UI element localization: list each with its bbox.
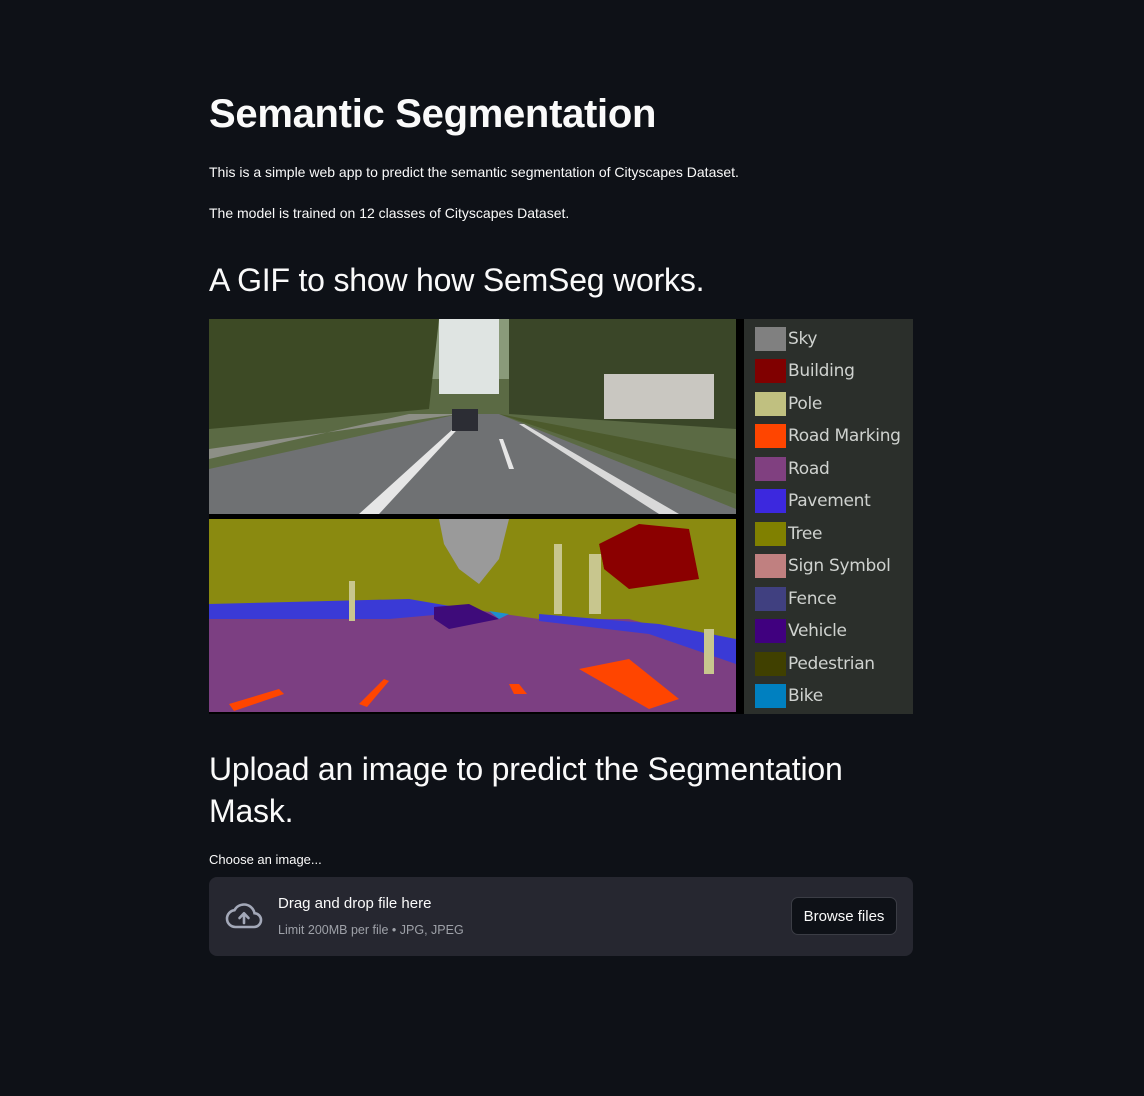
uploader-label: Choose an image... [209,852,322,867]
dropzone-instructions: Drag and drop file here [278,895,432,912]
legend-label: Sky [788,329,818,349]
cloud-upload-icon [225,903,263,929]
upload-section-heading: Upload an image to predict the Segmentat… [209,751,843,829]
intro-text: This is a simple web app to predict the … [209,164,739,180]
legend-label: Vehicle [788,621,847,641]
legend-swatch [755,522,786,546]
gif-section-heading: A GIF to show how SemSeg works. [209,262,705,298]
file-dropzone[interactable]: Drag and drop file here Limit 200MB per … [209,877,913,956]
legend-label: Road [788,459,830,479]
legend-item-vehicle: Vehicle [755,617,847,645]
dropzone-limit-text: Limit 200MB per file • JPG, JPEG [278,923,464,937]
legend-label: Sign Symbol [788,556,891,576]
class-legend: Sky Building Pole Road Marking Road Pave… [744,319,913,714]
browse-files-button[interactable]: Browse files [791,897,897,935]
legend-label: Road Marking [788,426,901,446]
street-photo [209,319,744,519]
legend-label: Tree [788,524,823,544]
legend-label: Pedestrian [788,654,875,674]
legend-item-building: Building [755,357,855,385]
legend-item-pedestrian: Pedestrian [755,650,875,678]
legend-label: Fence [788,589,837,609]
legend-item-tree: Tree [755,520,823,548]
legend-swatch [755,327,786,351]
legend-swatch [755,684,786,708]
segmentation-mask [209,519,744,714]
legend-swatch [755,359,786,383]
legend-item-sign-symbol: Sign Symbol [755,552,891,580]
page-title: Semantic Segmentation [209,92,657,136]
legend-label: Pole [788,394,823,414]
segmentation-demo-gif: Sky Building Pole Road Marking Road Pave… [209,319,913,714]
legend-item-road-marking: Road Marking [755,422,901,450]
legend-swatch [755,424,786,448]
model-note-text: The model is trained on 12 classes of Ci… [209,205,570,221]
legend-swatch [755,619,786,643]
legend-item-pavement: Pavement [755,487,871,515]
legend-item-road: Road [755,455,830,483]
demo-frames [209,319,744,714]
legend-swatch [755,652,786,676]
legend-swatch [755,587,786,611]
legend-swatch [755,489,786,513]
legend-label: Building [788,361,855,381]
legend-swatch [755,457,786,481]
legend-item-pole: Pole [755,390,822,418]
legend-label: Pavement [788,491,871,511]
legend-swatch [755,554,786,578]
legend-item-fence: Fence [755,585,837,613]
legend-label: Bike [788,686,823,706]
legend-item-sky: Sky [755,325,818,353]
legend-swatch [755,392,786,416]
legend-item-bike: Bike [755,682,823,710]
